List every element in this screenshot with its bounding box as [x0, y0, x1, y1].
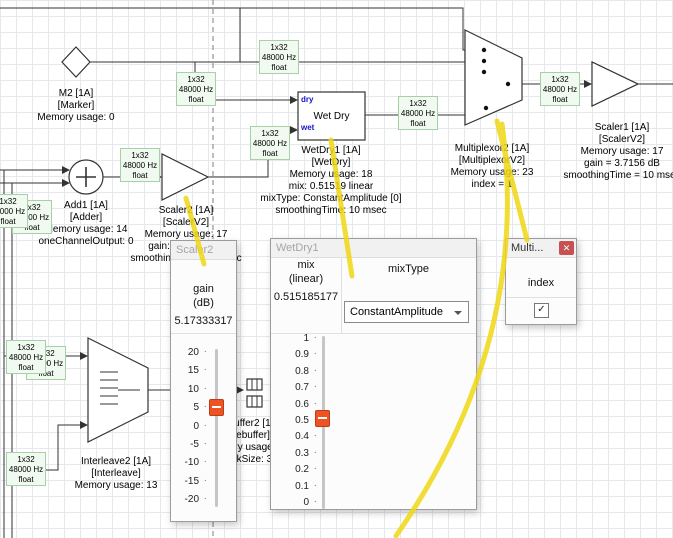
- block-label-line: Memory usage: 0: [37, 112, 114, 124]
- mixtype-param-label: mixType: [341, 263, 476, 276]
- block-label-line: index = 1: [451, 179, 534, 191]
- block-label-line: Memory usage: 13: [75, 480, 158, 492]
- block-label-line: smoothingTime: 10 msec: [260, 205, 401, 217]
- separator: [506, 297, 576, 298]
- slider-tick-label: 5: [173, 403, 199, 413]
- signal-info-box: 1x3248000 Hzfloat: [259, 40, 299, 74]
- rebuffer-block-icon[interactable]: [247, 396, 262, 407]
- mix-slider-scale: 1 0.9 0.8 0.7 0.6 0.5 0.4 0.3 0.2 0.1 0: [281, 334, 309, 508]
- slider-tick-label: -10: [173, 458, 199, 468]
- block-label-line: Interleave2 [1A]: [75, 456, 158, 468]
- slider-tick-label: 15: [173, 366, 199, 376]
- slider-tick-label: 0.8: [281, 367, 309, 377]
- block-label-line: Memory usage: 23: [451, 167, 534, 179]
- block-label-add1: Add1 [1A][Adder]Memory usage: 14oneChann…: [38, 200, 133, 248]
- block-label-line: Memory usage: 17: [563, 146, 673, 158]
- block-label-line: Add1 [1A]: [38, 200, 133, 212]
- slider-tick-label: 1: [281, 334, 309, 344]
- block-label-line: smoothingTime = 10 msec: [563, 170, 673, 182]
- marker-block-m2[interactable]: [62, 47, 90, 77]
- scaler-block-scaler2[interactable]: [162, 154, 208, 200]
- block-label-line: Scaler1 [1A]: [563, 122, 673, 134]
- signal-info-box: 1x3248000 Hzfloat: [176, 72, 216, 106]
- signal-info-box: 1x3248000 Hzfloat: [6, 452, 46, 486]
- block-label-m2: M2 [1A][Marker]Memory usage: 0: [37, 88, 114, 124]
- slider-tick-label: 20: [173, 348, 199, 358]
- signal-info-box: 1x3248000 Hzfloat: [250, 126, 290, 160]
- block-label-line: [ScalerV2]: [563, 134, 673, 146]
- block-label-line: oneChannelOutput: 0: [38, 236, 133, 248]
- slider-tick-label: 10: [173, 385, 199, 395]
- block-label-scaler1: Scaler1 [1A][ScalerV2]Memory usage: 17ga…: [563, 122, 673, 182]
- mixtype-dropdown[interactable]: ConstantAmplitude: [344, 301, 469, 323]
- mix-value[interactable]: 0.515185177: [271, 291, 341, 304]
- separator: [341, 257, 342, 333]
- gain-slider-track[interactable]: [215, 349, 218, 507]
- slider-tick-label: 0: [281, 498, 309, 508]
- rebuffer-block-icon[interactable]: [247, 379, 262, 390]
- slider-tick-label: 0.7: [281, 383, 309, 393]
- signal-info-box: 1x3248000 Hzfloat: [0, 194, 28, 228]
- slider-tick-label: 0.5: [281, 416, 309, 426]
- slider-tick-label: 0.4: [281, 432, 309, 442]
- signal-info-box: 1x3248000 Hzfloat: [540, 72, 580, 106]
- close-icon[interactable]: ✕: [559, 241, 574, 255]
- scaler2-inspector-panel[interactable]: Scaler2 gain (dB) 5.17333317 20 15 10 5 0 -5 -…: [170, 240, 237, 522]
- slider-tick-label: 0.9: [281, 350, 309, 360]
- signal-info-box: 1x3248000 Hzfloat: [120, 148, 160, 182]
- scaler-block-scaler1[interactable]: [592, 62, 638, 106]
- slider-tick-label: -15: [173, 477, 199, 487]
- slider-tick-label: -5: [173, 440, 199, 450]
- wetdry1-inspector-panel[interactable]: WetDry1 mix (linear) mixType 0.515185177…: [270, 238, 477, 510]
- block-label-line: mix: 0.51519 linear: [260, 181, 401, 193]
- gain-unit-label: (dB): [171, 297, 236, 310]
- block-label-line: M2 [1A]: [37, 88, 114, 100]
- block-label-line: [Adder]: [38, 212, 133, 224]
- separator: [171, 333, 236, 334]
- signal-flow-editor-canvas: { "signal": {"l1": "1x32", "l2": "48000 …: [0, 0, 673, 538]
- panel-title-bar[interactable]: WetDry1: [271, 239, 476, 258]
- block-label-interleave2: Interleave2 [1A][Interleave]Memory usage…: [75, 456, 158, 492]
- wetdry-dry-pin-label: dry: [301, 95, 313, 104]
- block-label-line: [Interleave]: [75, 468, 158, 480]
- gain-value[interactable]: 5.17333317: [171, 315, 236, 328]
- slider-tick-label: 0: [173, 422, 199, 432]
- block-label-line: [ScalerV2]: [130, 217, 241, 229]
- slider-tick-label: 0.1: [281, 482, 309, 492]
- wetdry-wet-pin-label: wet: [301, 123, 314, 132]
- block-label-line: [Marker]: [37, 100, 114, 112]
- mix-unit-label: (linear): [271, 273, 341, 286]
- block-label-line: gain = 3.7156 dB: [563, 158, 673, 170]
- block-label-line: Multiplexor2 [1A]: [451, 143, 534, 155]
- signal-info-box: 1x3248000 Hzfloat: [398, 96, 438, 130]
- mix-slider-handle[interactable]: [315, 410, 330, 427]
- block-label-line: Memory usage: 14: [38, 224, 133, 236]
- slider-tick-label: 0.2: [281, 465, 309, 475]
- slider-tick-label: 0.3: [281, 449, 309, 459]
- index-checkbox[interactable]: ✓: [534, 303, 549, 318]
- slider-tick-label: 0.6: [281, 400, 309, 410]
- block-label-line: [MultiplexorV2]: [451, 155, 534, 167]
- signal-info-box: 1x3248000 Hzfloat: [6, 340, 46, 374]
- multiplexor-inspector-panel[interactable]: Multi... ✕ index ✓: [505, 238, 577, 325]
- index-param-label: index: [506, 277, 576, 290]
- block-label-line: Scaler2 [1A]: [130, 205, 241, 217]
- gain-param-label: gain: [171, 283, 236, 296]
- gain-slider-scale: 20 15 10 5 0 -5 -10 -15 -20: [173, 348, 199, 505]
- mix-param-label: mix: [271, 259, 341, 272]
- multiplexor-block-multiplexor2[interactable]: [465, 30, 522, 125]
- block-label-line: Memory usage: 18: [260, 169, 401, 181]
- slider-tick-label: -20: [173, 495, 199, 505]
- panel-title-bar[interactable]: Scaler2: [171, 241, 236, 260]
- block-label-multiplexor2: Multiplexor2 [1A][MultiplexorV2]Memory u…: [451, 143, 534, 191]
- gain-slider-handle[interactable]: [209, 399, 224, 416]
- block-label-line: mixType: ConstantAmplitude [0]: [260, 193, 401, 205]
